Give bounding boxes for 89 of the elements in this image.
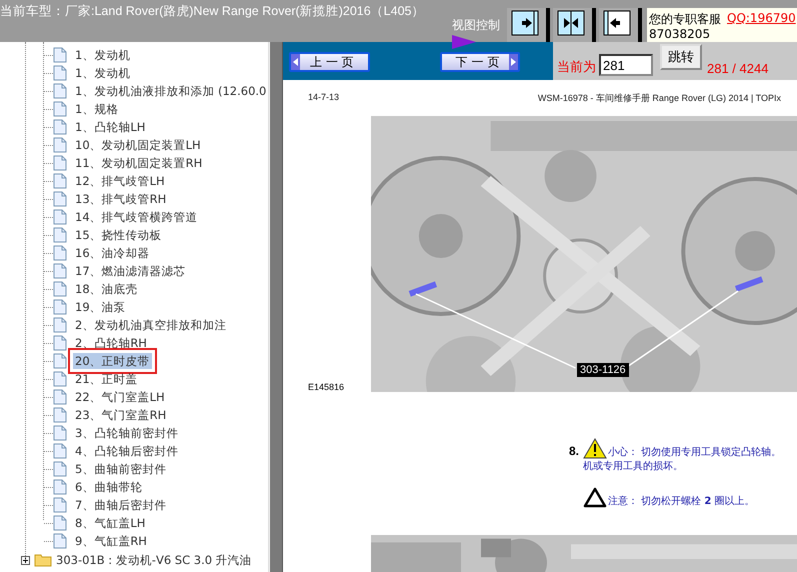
- expand-icon[interactable]: [21, 556, 30, 564]
- figure-id: E145816: [308, 382, 346, 392]
- document-icon: [53, 425, 67, 441]
- arrows-inward-icon: [557, 10, 587, 36]
- tree-item[interactable]: 2、发动机油真空排放和加注: [73, 317, 228, 333]
- document-icon: [53, 173, 67, 189]
- tree-item[interactable]: 20、正时皮带: [73, 353, 152, 369]
- tree-item[interactable]: 1、凸轮轴LH: [73, 119, 148, 135]
- document-icon: [53, 461, 67, 477]
- document-icon: [53, 155, 67, 171]
- document-icon: [53, 281, 67, 297]
- document-icon: [53, 47, 67, 63]
- document-icon: [53, 83, 67, 99]
- qq-link[interactable]: QQ:196790: [727, 11, 796, 28]
- vehicle-title: 当前车型：厂家:Land Rover(路虎)New Range Rover(新揽胜)2016（L405）: [0, 3, 424, 20]
- service-label: 您的专职客服: [649, 11, 721, 28]
- document-icon: [53, 533, 67, 549]
- tree-item[interactable]: 5、曲轴前密封件: [73, 461, 168, 477]
- tree-item[interactable]: 15、挠性传动板: [73, 227, 164, 243]
- document-icon: [53, 245, 67, 261]
- document-icon: [53, 227, 67, 243]
- arrow-left-icon: [603, 10, 633, 36]
- phone-number: 87038205: [649, 28, 712, 38]
- view-control-label: 视图控制: [452, 17, 501, 34]
- tree-item[interactable]: 10、发动机固定装置LH: [73, 137, 203, 153]
- tree-item[interactable]: 19、油泵: [73, 299, 128, 315]
- page-input[interactable]: 281: [599, 54, 653, 76]
- document-header: WSM-16978 - 车间维修手册 Range Rover (LG) 2014 | TOPIx: [538, 92, 781, 105]
- tree-item[interactable]: 9、气缸盖RH: [73, 533, 149, 549]
- document-icon: [53, 191, 67, 207]
- tree-item[interactable]: 23、气门室盖RH: [73, 407, 168, 423]
- document-icon: [53, 443, 67, 459]
- document-icon: [53, 317, 67, 333]
- arrow-left-icon: [291, 54, 300, 70]
- view-button[interactable]: [553, 8, 596, 42]
- next-page-button[interactable]: 下 一 页: [440, 52, 520, 72]
- tree-item[interactable]: 6、曲轴带轮: [73, 479, 144, 495]
- tree-item[interactable]: 1、发动机油液排放和添加 (12.60.0: [73, 83, 268, 99]
- document-icon: [53, 263, 67, 279]
- tree-item[interactable]: 13、排气歧管RH: [73, 191, 168, 207]
- document-icon: [53, 515, 67, 531]
- tree-folder[interactable]: 303-01B : 发动机-V6 SC 3.0 升汽油: [56, 552, 252, 568]
- tree-item[interactable]: 16、油冷却器: [73, 245, 152, 261]
- document-icon: [53, 119, 67, 135]
- document-icon: [53, 479, 67, 495]
- document-icon: [53, 137, 67, 153]
- document-icon: [53, 353, 67, 369]
- document-icon: [53, 407, 67, 423]
- view-button[interactable]: [507, 8, 550, 42]
- triangle-icon: [452, 35, 476, 49]
- tree-item[interactable]: 7、曲轴后密封件: [73, 497, 168, 513]
- view-button[interactable]: [599, 8, 642, 42]
- triangle-icon: [583, 487, 608, 508]
- tree-item[interactable]: 12、排气歧管LH: [73, 173, 167, 189]
- document-icon: [53, 497, 67, 513]
- tree-item[interactable]: 14、排气歧管横跨管道: [73, 209, 200, 225]
- document-icon: [53, 389, 67, 405]
- go-button[interactable]: 跳转: [660, 44, 702, 70]
- tree-item[interactable]: 21、正时盖: [73, 371, 140, 387]
- document-icon: [53, 299, 67, 315]
- tree-item[interactable]: 11、发动机固定装置RH: [73, 155, 204, 171]
- warning-icon: [583, 438, 608, 459]
- document-icon: [53, 101, 67, 117]
- tree-item[interactable]: 3、凸轮轴前密封件: [73, 425, 180, 441]
- callout-label: 303-1126: [577, 363, 629, 377]
- tree-item[interactable]: 4、凸轮轴后密封件: [73, 443, 180, 459]
- tree-item[interactable]: 1、发动机: [73, 65, 132, 81]
- arrow-right-icon: [509, 54, 518, 70]
- folder-icon: [34, 553, 52, 567]
- document-date: 14-7-13: [308, 92, 340, 104]
- current-page-label: 当前为: [557, 59, 596, 76]
- page-count: 281 / 4244: [707, 61, 768, 76]
- previous-page-button[interactable]: 上 一 页: [289, 52, 370, 72]
- tree-item[interactable]: 18、油底壳: [73, 281, 140, 297]
- tree-item[interactable]: 1、发动机: [73, 47, 132, 63]
- tree-item[interactable]: 8、气缸盖LH: [73, 515, 148, 531]
- tree-item[interactable]: 22、气门室盖LH: [73, 389, 167, 405]
- tree-item[interactable]: 1、规格: [73, 101, 120, 117]
- tree-item[interactable]: 17、燃油滤清器滤芯: [73, 263, 188, 279]
- document-icon: [53, 371, 67, 387]
- document-icon: [53, 335, 67, 351]
- note-text: 机或专用工具的损坏。: [583, 460, 684, 473]
- note-text: 注意： 切勿松开螺栓 2 圈以上。: [608, 494, 755, 508]
- step-number: 8.: [569, 444, 580, 460]
- scrollbar[interactable]: [268, 42, 270, 572]
- arrow-right-icon: [511, 10, 541, 36]
- document-icon: [53, 65, 67, 81]
- document-icon: [53, 209, 67, 225]
- note-text: 小心： 切勿使用专用工具锁定凸轮轴。: [608, 446, 782, 459]
